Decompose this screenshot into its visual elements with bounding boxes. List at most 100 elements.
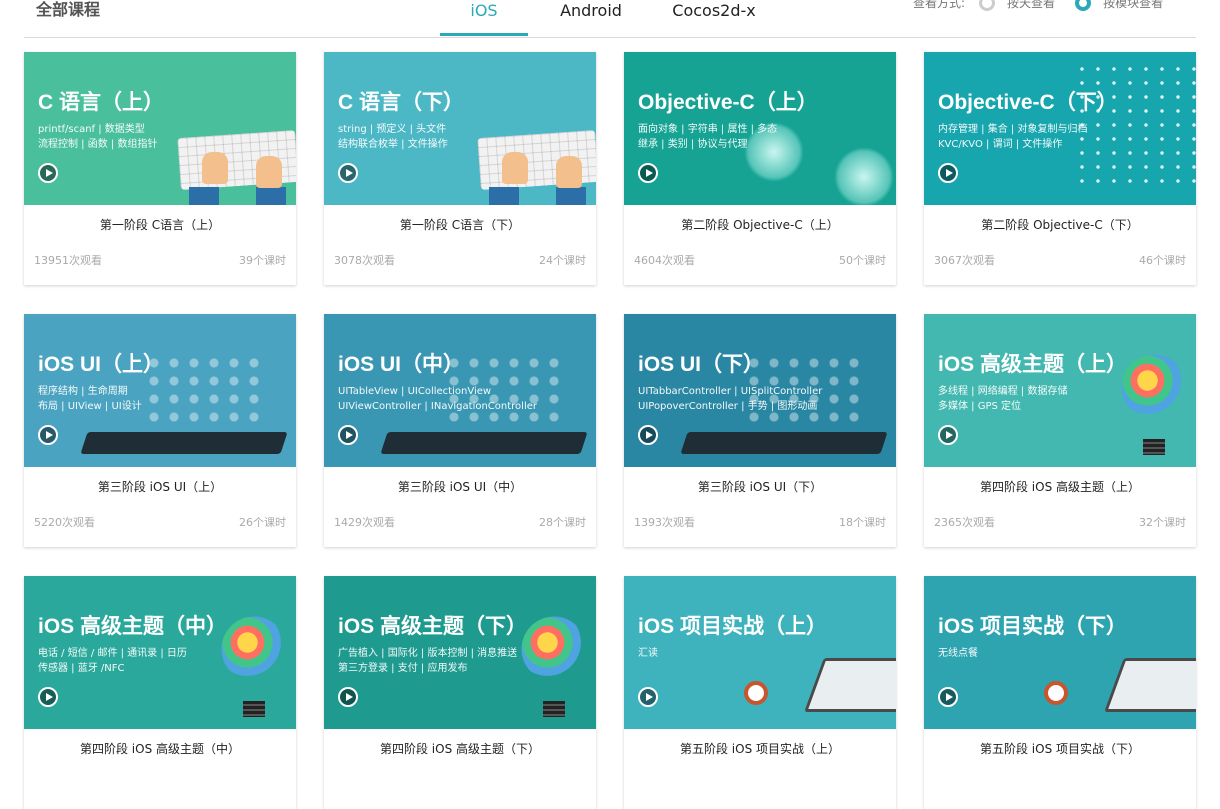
course-thumbnail[interactable]: C 语言（下） string | 预定义 | 头文件 结构联合枚举 | 文件操作 (324, 52, 596, 205)
play-icon[interactable] (338, 163, 358, 183)
course-name[interactable]: 第四阶段 iOS 高级主题（上） (924, 478, 1196, 495)
course-card[interactable]: iOS 高级主题（中） 电话 / 短信 / 邮件 | 通讯录 | 日历 传感器 |… (24, 576, 296, 809)
lesson-count: 32个课时 (1139, 516, 1186, 529)
course-card[interactable]: C 语言（上） printf/scanf | 数据类型 流程控制 | 函数 | 数… (24, 52, 296, 285)
tab-android[interactable]: Android (528, 0, 654, 36)
lightbulb-base-icon (1143, 439, 1165, 455)
thumbnail-title: iOS UI（上） (38, 353, 165, 376)
course-name[interactable]: 第二阶段 Objective-C（上） (624, 216, 896, 233)
play-icon[interactable] (338, 425, 358, 445)
header: 全部课程 iOS Android Cocos2d-x 查看方式: 按天查看 按模… (0, 0, 1220, 40)
coffee-cup-icon (744, 681, 768, 705)
platform-tabs: iOS Android Cocos2d-x (440, 0, 774, 38)
tablet-icon (680, 432, 888, 454)
sleeve-icon (189, 187, 219, 205)
course-name[interactable]: 第四阶段 iOS 高级主题（下） (324, 740, 596, 757)
tab-ios[interactable]: iOS (440, 0, 528, 36)
thumbnail-title: iOS 高级主题（中） (38, 615, 228, 638)
radio-selected-icon[interactable] (1075, 0, 1092, 11)
course-name[interactable]: 第一阶段 C语言（下） (324, 216, 596, 233)
course-thumbnail[interactable]: iOS 高级主题（下） 广告植入 | 国际化 | 版本控制 | 消息推送 第三方登… (324, 576, 596, 729)
thumbnail-title: iOS UI（下） (638, 353, 765, 376)
view-count: 13951次观看 (34, 254, 102, 267)
thumbnail-title: iOS 项目实战（下） (938, 615, 1128, 638)
course-thumbnail[interactable]: Objective-C（上） 面向对象 | 字符串 | 属性 | 多态 继承 | … (624, 52, 896, 205)
play-icon[interactable] (38, 425, 58, 445)
thumbnail-title: iOS UI（中） (338, 353, 465, 376)
view-by-module-option[interactable]: 按模块查看 (1075, 0, 1163, 11)
play-icon[interactable] (638, 425, 658, 445)
tab-cocos2d-x[interactable]: Cocos2d-x (654, 0, 774, 36)
course-card[interactable]: iOS 高级主题（下） 广告植入 | 国际化 | 版本控制 | 消息推送 第三方登… (324, 576, 596, 809)
thumbnail-topics: UITableView | UICollectionView UIViewCon… (338, 386, 537, 412)
play-icon[interactable] (938, 425, 958, 445)
thumbnail-topics: 面向对象 | 字符串 | 属性 | 多态 继承 | 类别 | 协议与代理 (638, 124, 778, 150)
play-icon[interactable] (638, 687, 658, 707)
lesson-count: 46个课时 (1139, 254, 1186, 267)
thumbnail-topics: 多线程 | 网络编程 | 数据存储 多媒体 | GPS 定位 (938, 386, 1068, 412)
coffee-cup-icon (1044, 681, 1068, 705)
header-divider (24, 37, 1196, 38)
view-count: 5220次观看 (34, 516, 95, 529)
radio-icon[interactable] (979, 0, 996, 11)
play-icon[interactable] (638, 163, 658, 183)
lightbulb-icon (1121, 354, 1187, 420)
course-thumbnail[interactable]: Objective-C（下） 内存管理 | 集合 | 对象复制与归档 KVC/KV… (924, 52, 1196, 205)
thumbnail-title: C 语言（上） (38, 91, 164, 114)
play-icon[interactable] (938, 687, 958, 707)
course-card[interactable]: iOS UI（中） UITableView | UICollectionView … (324, 314, 596, 547)
course-card[interactable]: iOS UI（下） UITabbarController | UISplitCon… (624, 314, 896, 547)
view-count: 3078次观看 (334, 254, 395, 267)
course-card[interactable]: iOS 项目实战（上） 汇读第五阶段 iOS 项目实战（上） (624, 576, 896, 809)
course-name[interactable]: 第三阶段 iOS UI（下） (624, 478, 896, 495)
course-name[interactable]: 第三阶段 iOS UI（中） (324, 478, 596, 495)
course-thumbnail[interactable]: iOS UI（上） 程序结构 | 生命周期 布局 | UIView | UI设计 (24, 314, 296, 467)
course-card[interactable]: C 语言（下） string | 预定义 | 头文件 结构联合枚举 | 文件操作第… (324, 52, 596, 285)
view-by-day-option[interactable]: 按天查看 (979, 0, 1055, 11)
view-mode-label: 查看方式: (913, 0, 966, 10)
course-thumbnail[interactable]: iOS UI（中） UITableView | UICollectionView … (324, 314, 596, 467)
course-name[interactable]: 第五阶段 iOS 项目实战（上） (624, 740, 896, 757)
tablet-icon (380, 432, 588, 454)
thumbnail-topics: UITabbarController | UISplitController U… (638, 386, 823, 412)
course-thumbnail[interactable]: C 语言（上） printf/scanf | 数据类型 流程控制 | 函数 | 数… (24, 52, 296, 205)
thumbnail-title: Objective-C（下） (938, 91, 1118, 114)
course-thumbnail[interactable]: iOS 项目实战（下） 无线点餐 (924, 576, 1196, 729)
course-thumbnail[interactable]: iOS 项目实战（上） 汇读 (624, 576, 896, 729)
thumbnail-title: iOS 高级主题（下） (338, 615, 528, 638)
thumbnail-topics: string | 预定义 | 头文件 结构联合枚举 | 文件操作 (338, 124, 448, 150)
thumbnail-title: C 语言（下） (338, 91, 464, 114)
course-card[interactable]: iOS 高级主题（上） 多线程 | 网络编程 | 数据存储 多媒体 | GPS 定… (924, 314, 1196, 547)
thumbnail-topics: 程序结构 | 生命周期 布局 | UIView | UI设计 (38, 386, 142, 412)
course-name[interactable]: 第四阶段 iOS 高级主题（中） (24, 740, 296, 757)
view-count: 4604次观看 (634, 254, 695, 267)
page-title: 全部课程 (36, 0, 101, 19)
course-card[interactable]: Objective-C（上） 面向对象 | 字符串 | 属性 | 多态 继承 | … (624, 52, 896, 285)
play-icon[interactable] (338, 687, 358, 707)
lightbulb-base-icon (543, 701, 565, 717)
course-name[interactable]: 第五阶段 iOS 项目实战（下） (924, 740, 1196, 757)
course-card[interactable]: iOS UI（上） 程序结构 | 生命周期 布局 | UIView | UI设计第… (24, 314, 296, 547)
view-count: 2365次观看 (934, 516, 995, 529)
thumbnail-topics: 电话 / 短信 / 邮件 | 通讯录 | 日历 传感器 | 蓝牙 /NFC (38, 648, 187, 674)
thumbnail-topics: 无线点餐 (938, 648, 978, 659)
view-count: 1393次观看 (634, 516, 695, 529)
play-icon[interactable] (38, 163, 58, 183)
course-thumbnail[interactable]: iOS 高级主题（上） 多线程 | 网络编程 | 数据存储 多媒体 | GPS 定… (924, 314, 1196, 467)
lesson-count: 28个课时 (539, 516, 586, 529)
hand-icon (256, 156, 282, 188)
view-count: 3067次观看 (934, 254, 995, 267)
laptop-icon (1104, 658, 1196, 712)
play-icon[interactable] (38, 687, 58, 707)
course-thumbnail[interactable]: iOS 高级主题（中） 电话 / 短信 / 邮件 | 通讯录 | 日历 传感器 |… (24, 576, 296, 729)
course-name[interactable]: 第二阶段 Objective-C（下） (924, 216, 1196, 233)
lesson-count: 39个课时 (239, 254, 286, 267)
course-name[interactable]: 第一阶段 C语言（上） (24, 216, 296, 233)
course-name[interactable]: 第三阶段 iOS UI（上） (24, 478, 296, 495)
play-icon[interactable] (938, 163, 958, 183)
thumbnail-title: iOS 项目实战（上） (638, 615, 828, 638)
course-thumbnail[interactable]: iOS UI（下） UITabbarController | UISplitCon… (624, 314, 896, 467)
thumbnail-topics: 汇读 (638, 648, 658, 659)
course-card[interactable]: Objective-C（下） 内存管理 | 集合 | 对象复制与归档 KVC/KV… (924, 52, 1196, 285)
course-card[interactable]: iOS 项目实战（下） 无线点餐第五阶段 iOS 项目实战（下） (924, 576, 1196, 809)
